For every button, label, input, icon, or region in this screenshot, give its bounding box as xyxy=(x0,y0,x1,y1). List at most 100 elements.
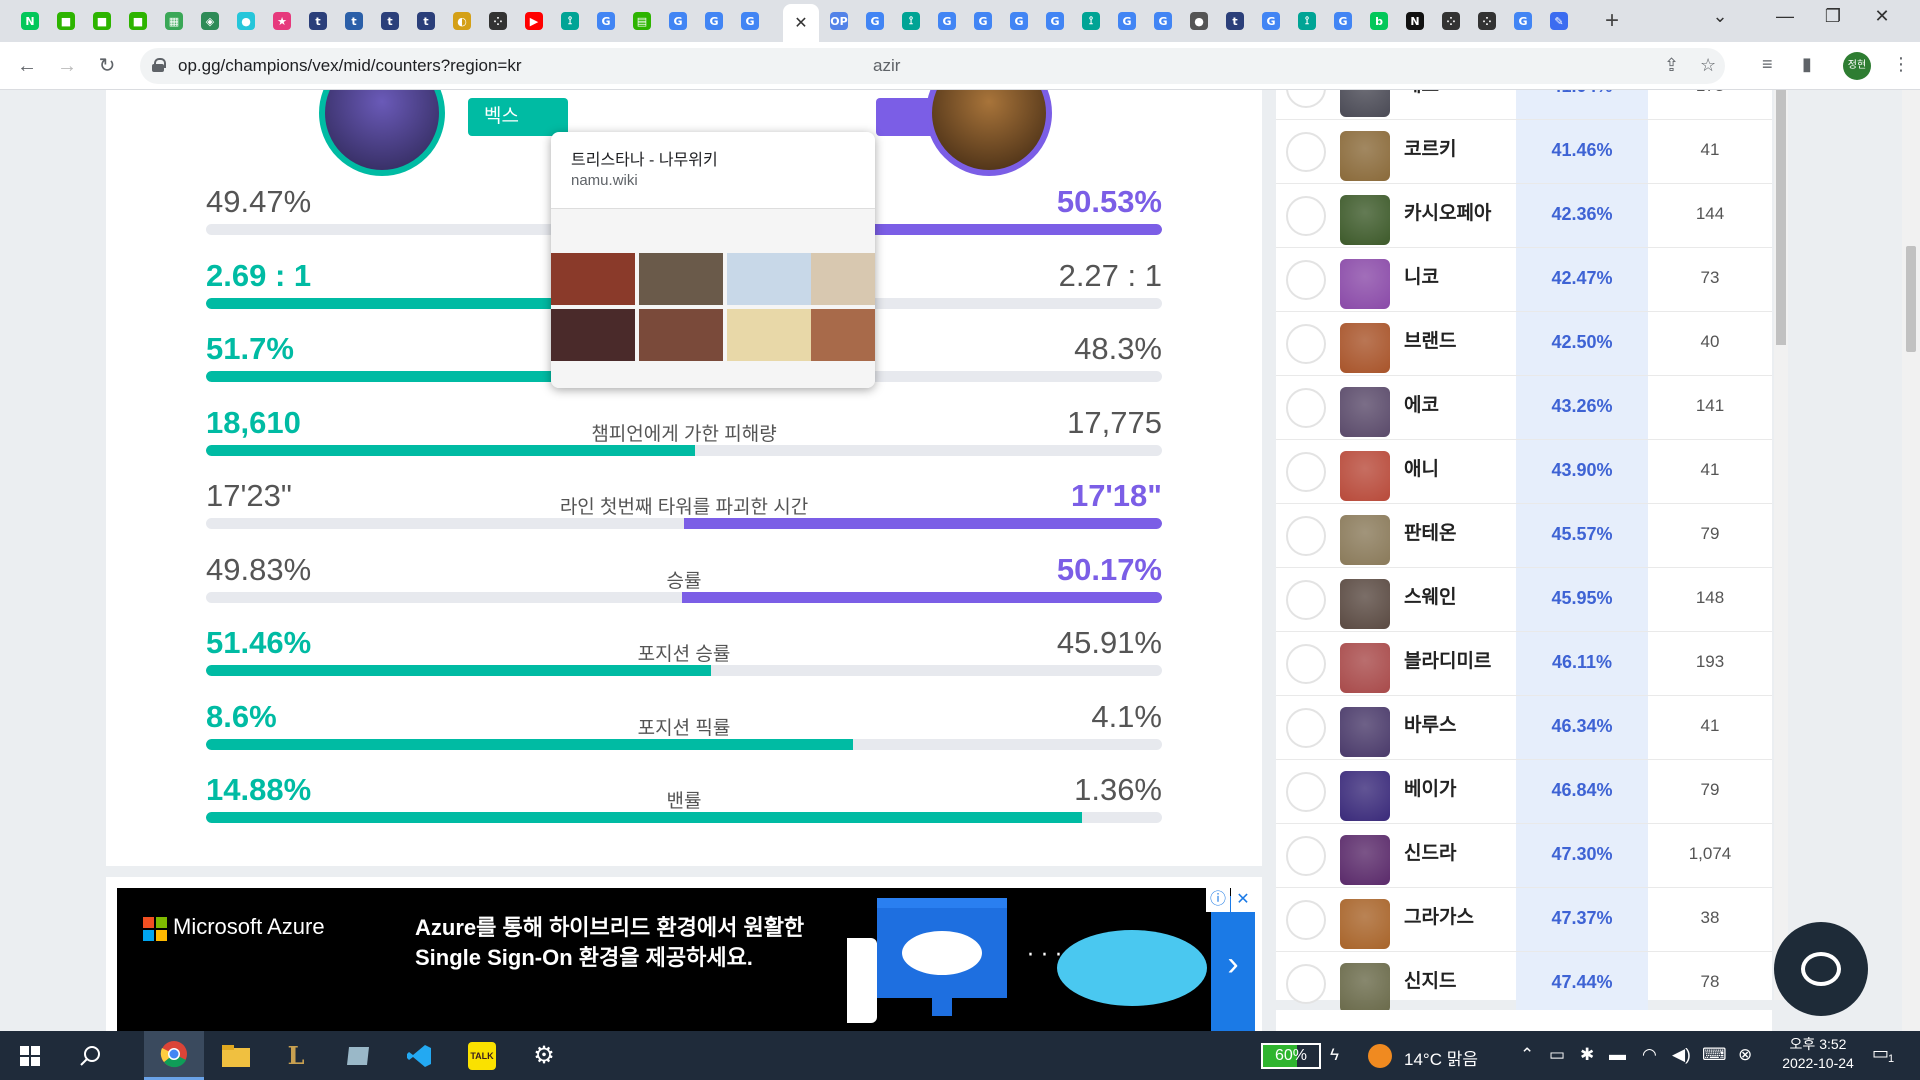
browser-tab[interactable]: ◈ xyxy=(194,8,226,34)
reading-list-icon[interactable]: ≡ xyxy=(1762,54,1773,75)
browser-tab[interactable]: G xyxy=(967,8,999,34)
browser-tab[interactable]: G xyxy=(931,8,963,34)
reload-icon[interactable]: ↻ xyxy=(92,51,122,81)
wifi-icon[interactable]: ◠ xyxy=(1642,1045,1657,1065)
browser-tab[interactable]: ■ xyxy=(86,8,118,34)
restore-icon[interactable]: ❐ xyxy=(1813,6,1853,27)
azure-ad-banner[interactable]: Microsoft Azure Azure를 통해 하이브리드 환경에서 원활한… xyxy=(117,888,1255,1031)
browser-tab[interactable]: t xyxy=(338,8,370,34)
chat-support-button[interactable] xyxy=(1774,922,1868,1016)
ad-close-icon[interactable]: ✕ xyxy=(1231,888,1255,912)
browser-tab[interactable]: G xyxy=(1255,8,1287,34)
select-radio[interactable] xyxy=(1286,900,1326,940)
active-tab[interactable]: ✕ xyxy=(783,4,819,42)
list-scrollbar[interactable] xyxy=(1774,90,1788,1000)
ime-icon[interactable]: ⊗ xyxy=(1738,1045,1752,1065)
browser-tab[interactable]: ■ xyxy=(122,8,154,34)
select-radio[interactable] xyxy=(1286,388,1326,428)
counter-row[interactable]: 브랜드 42.50% 40 xyxy=(1276,312,1772,376)
select-radio[interactable] xyxy=(1286,964,1326,1004)
browser-tab[interactable]: ■ xyxy=(50,8,82,34)
bookmark-star-icon[interactable]: ☆ xyxy=(1700,55,1716,76)
browser-tab[interactable]: OP xyxy=(823,8,855,34)
lock-icon[interactable] xyxy=(152,58,166,72)
browser-tab[interactable]: ⟟ xyxy=(1291,8,1323,34)
browser-tab[interactable]: G xyxy=(859,8,891,34)
system-clock[interactable]: 오후 3:52 2022-10-24 xyxy=(1770,1035,1866,1073)
league-client-icon[interactable]: L xyxy=(266,1031,326,1080)
ad-next-button[interactable]: › xyxy=(1211,896,1255,1031)
select-radio[interactable] xyxy=(1286,452,1326,492)
counter-row[interactable]: 카시오페아 42.36% 144 xyxy=(1276,184,1772,248)
close-window-icon[interactable]: ✕ xyxy=(1862,6,1902,27)
battery-tray-icon[interactable]: ▬ xyxy=(1609,1045,1626,1065)
side-panel-icon[interactable]: ▮ xyxy=(1802,54,1812,75)
keyboard-icon[interactable]: ⌨ xyxy=(1702,1045,1727,1065)
browser-tab[interactable]: G xyxy=(1327,8,1359,34)
select-radio[interactable] xyxy=(1286,580,1326,620)
browser-tab[interactable]: G xyxy=(1507,8,1539,34)
volume-icon[interactable]: ◀) xyxy=(1672,1045,1691,1065)
forward-icon[interactable]: → xyxy=(52,51,82,81)
power-icon[interactable]: ϟ xyxy=(1330,1045,1339,1065)
select-radio[interactable] xyxy=(1286,772,1326,812)
app-icon[interactable] xyxy=(328,1031,388,1080)
browser-tab[interactable]: G xyxy=(1003,8,1035,34)
windows-start-icon[interactable] xyxy=(0,1031,60,1080)
browser-tab[interactable]: ✎ xyxy=(1543,8,1575,34)
browser-tab[interactable]: G xyxy=(734,8,766,34)
browser-tab[interactable]: G xyxy=(662,8,694,34)
browser-tab[interactable]: G xyxy=(1039,8,1071,34)
close-icon[interactable]: ✕ xyxy=(794,13,807,33)
minimize-icon[interactable]: — xyxy=(1765,6,1805,27)
onedrive-icon[interactable]: ▭ xyxy=(1549,1045,1565,1065)
search-icon[interactable] xyxy=(60,1031,120,1080)
browser-tab[interactable]: ● xyxy=(230,8,262,34)
select-radio[interactable] xyxy=(1286,836,1326,876)
share-icon[interactable]: ⇪ xyxy=(1664,55,1679,76)
new-tab-button[interactable]: + xyxy=(1597,7,1627,35)
browser-tab[interactable]: ⁘ xyxy=(1471,8,1503,34)
settings-gear-icon[interactable]: ⚙ xyxy=(514,1031,574,1080)
counter-row[interactable]: 베이가 46.84% 79 xyxy=(1276,760,1772,824)
browser-tab[interactable]: ▶ xyxy=(518,8,550,34)
vscode-icon[interactable] xyxy=(390,1031,450,1080)
browser-tab[interactable]: N xyxy=(14,8,46,34)
browser-tab[interactable]: ▦ xyxy=(158,8,190,34)
counter-row[interactable]: 신지드 47.44% 78 xyxy=(1276,952,1772,1016)
browser-tab[interactable]: t xyxy=(302,8,334,34)
browser-tab[interactable]: t xyxy=(374,8,406,34)
tab-search-icon[interactable]: ⌄ xyxy=(1700,6,1740,27)
browser-tab[interactable]: t xyxy=(1219,8,1251,34)
browser-tab[interactable]: b xyxy=(1363,8,1395,34)
notification-center-icon[interactable]: ▭ 1 xyxy=(1872,1043,1902,1069)
select-radio[interactable] xyxy=(1286,644,1326,684)
bluetooth-icon[interactable]: ✱ xyxy=(1580,1045,1594,1065)
browser-tab[interactable]: ▤ xyxy=(626,8,658,34)
back-icon[interactable]: ← xyxy=(12,51,42,81)
ad-info-icon[interactable]: ⓘ xyxy=(1206,888,1230,912)
counter-row[interactable]: 스웨인 45.95% 148 xyxy=(1276,568,1772,632)
browser-tab[interactable]: ⟟ xyxy=(554,8,586,34)
tray-expand-icon[interactable]: ⌃ xyxy=(1520,1045,1534,1065)
select-radio[interactable] xyxy=(1286,196,1326,236)
browser-tab[interactable]: ◐ xyxy=(446,8,478,34)
browser-tab[interactable]: t xyxy=(410,8,442,34)
url-text[interactable]: op.gg/champions/vex/mid/counters?region=… xyxy=(178,56,522,76)
counter-row[interactable]: 블라디미르 46.11% 193 xyxy=(1276,632,1772,696)
page-scroll-thumb[interactable] xyxy=(1906,246,1916,352)
browser-tab[interactable]: G xyxy=(1111,8,1143,34)
browser-tab[interactable]: G xyxy=(1147,8,1179,34)
browser-tab[interactable]: ⟟ xyxy=(1075,8,1107,34)
browser-tab[interactable]: ★ xyxy=(266,8,298,34)
url-text-tail[interactable]: azir xyxy=(873,56,900,76)
select-radio[interactable] xyxy=(1286,324,1326,364)
browser-tab[interactable]: ● xyxy=(1183,8,1215,34)
weather-text[interactable]: 14°C 맑음 xyxy=(1404,1045,1478,1070)
counter-row[interactable]: 그라가스 47.37% 38 xyxy=(1276,888,1772,952)
counter-row[interactable]: 판테온 45.57% 79 xyxy=(1276,504,1772,568)
counter-row[interactable]: 바루스 46.34% 41 xyxy=(1276,696,1772,760)
browser-tab[interactable]: ⁘ xyxy=(482,8,514,34)
select-radio[interactable] xyxy=(1286,132,1326,172)
browser-tab[interactable]: G xyxy=(698,8,730,34)
